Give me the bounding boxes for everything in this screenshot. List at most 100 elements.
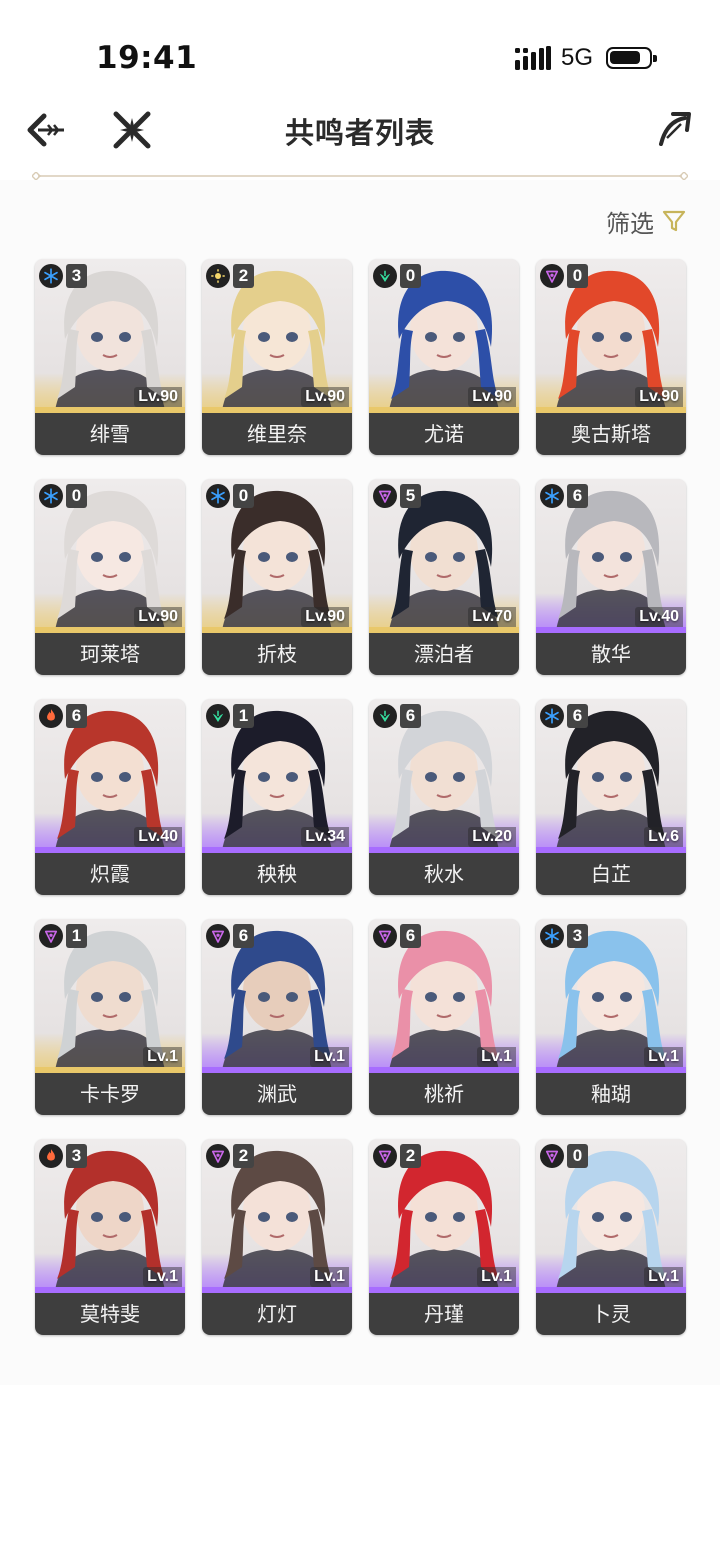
card-badges: 5 xyxy=(373,484,421,508)
character-level: Lv.90 xyxy=(301,607,349,627)
character-name: 散华 xyxy=(536,633,686,675)
character-level: Lv.90 xyxy=(134,607,182,627)
card-badges: 0 xyxy=(540,1144,588,1168)
character-name: 卜灵 xyxy=(536,1293,686,1335)
character-level: Lv.1 xyxy=(310,1047,349,1067)
havoc-element-icon xyxy=(206,1144,230,1168)
character-list-panel: 筛选 3 Lv.90 绯雪 2 Lv.90 维里奈 0 Lv.90 尤诺 0 L… xyxy=(0,180,720,1385)
header-divider xyxy=(32,172,688,180)
havoc-element-icon xyxy=(206,924,230,948)
character-card[interactable]: 6 Lv.6 白芷 xyxy=(536,699,686,895)
constellation-count: 2 xyxy=(400,1144,421,1168)
character-level: Lv.70 xyxy=(468,607,516,627)
aero-element-icon xyxy=(206,704,230,728)
character-name: 渊武 xyxy=(202,1073,352,1115)
character-name: 珂莱塔 xyxy=(35,633,185,675)
fusion-element-icon xyxy=(39,1144,63,1168)
constellation-count: 3 xyxy=(66,264,87,288)
character-card[interactable]: 3 Lv.90 绯雪 xyxy=(35,259,185,455)
card-badges: 6 xyxy=(206,924,254,948)
glacio-element-icon xyxy=(540,704,564,728)
fusion-element-icon xyxy=(39,704,63,728)
card-badges: 6 xyxy=(540,484,588,508)
constellation-count: 0 xyxy=(233,484,254,508)
constellation-count: 6 xyxy=(233,924,254,948)
filter-button[interactable]: 筛选 xyxy=(606,206,686,238)
constellation-count: 2 xyxy=(233,264,254,288)
character-level: Lv.1 xyxy=(477,1047,516,1067)
character-card[interactable]: 3 Lv.1 莫特斐 xyxy=(35,1139,185,1335)
constellation-count: 0 xyxy=(66,484,87,508)
card-badges: 3 xyxy=(39,264,87,288)
aero-element-icon xyxy=(373,264,397,288)
constellation-count: 2 xyxy=(233,1144,254,1168)
character-name: 丹瑾 xyxy=(369,1293,519,1335)
character-card[interactable]: 6 Lv.1 渊武 xyxy=(202,919,352,1115)
character-card[interactable]: 6 Lv.1 桃祈 xyxy=(369,919,519,1115)
character-level: Lv.90 xyxy=(134,387,182,407)
character-card[interactable]: 2 Lv.90 维里奈 xyxy=(202,259,352,455)
character-card[interactable]: 6 Lv.40 散华 xyxy=(536,479,686,675)
character-card[interactable]: 6 Lv.20 秋水 xyxy=(369,699,519,895)
character-name: 炽霞 xyxy=(35,853,185,895)
card-badges: 2 xyxy=(206,1144,254,1168)
constellation-count: 0 xyxy=(400,264,421,288)
character-name: 维里奈 xyxy=(202,413,352,455)
character-level: Lv.6 xyxy=(644,827,683,847)
glacio-element-icon xyxy=(540,484,564,508)
character-card[interactable]: 0 Lv.90 尤诺 xyxy=(369,259,519,455)
character-level: Lv.20 xyxy=(468,827,516,847)
character-card[interactable]: 3 Lv.1 釉瑚 xyxy=(536,919,686,1115)
signal-icon xyxy=(515,46,551,70)
card-badges: 6 xyxy=(39,704,87,728)
havoc-element-icon xyxy=(373,1144,397,1168)
constellation-count: 6 xyxy=(400,924,421,948)
character-card[interactable]: 2 Lv.1 丹瑾 xyxy=(369,1139,519,1335)
character-name: 灯灯 xyxy=(202,1293,352,1335)
card-badges: 1 xyxy=(39,924,87,948)
constellation-count: 6 xyxy=(567,704,588,728)
network-label: 5G xyxy=(561,44,594,71)
character-level: Lv.34 xyxy=(301,827,349,847)
card-badges: 3 xyxy=(540,924,588,948)
character-card[interactable]: 0 Lv.1 卜灵 xyxy=(536,1139,686,1335)
havoc-element-icon xyxy=(373,924,397,948)
character-card[interactable]: 1 Lv.1 卡卡罗 xyxy=(35,919,185,1115)
glacio-element-icon xyxy=(39,264,63,288)
constellation-count: 5 xyxy=(400,484,421,508)
header: 共鸣者列表 xyxy=(0,100,720,180)
card-badges: 6 xyxy=(540,704,588,728)
character-card[interactable]: 1 Lv.34 秧秧 xyxy=(202,699,352,895)
havoc-element-icon xyxy=(540,1144,564,1168)
character-card[interactable]: 0 Lv.90 奥古斯塔 xyxy=(536,259,686,455)
character-name: 奥古斯塔 xyxy=(536,413,686,455)
character-card[interactable]: 5 Lv.70 漂泊者 xyxy=(369,479,519,675)
glacio-element-icon xyxy=(39,484,63,508)
character-name: 白芷 xyxy=(536,853,686,895)
card-badges: 3 xyxy=(39,1144,87,1168)
character-card[interactable]: 0 Lv.90 珂莱塔 xyxy=(35,479,185,675)
filter-label: 筛选 xyxy=(606,209,654,238)
card-badges: 2 xyxy=(373,1144,421,1168)
card-badges: 0 xyxy=(540,264,588,288)
constellation-count: 1 xyxy=(66,924,87,948)
status-time: 19:41 xyxy=(96,40,198,76)
character-card[interactable]: 0 Lv.90 折枝 xyxy=(202,479,352,675)
glacio-element-icon xyxy=(540,924,564,948)
card-badges: 0 xyxy=(373,264,421,288)
constellation-count: 6 xyxy=(400,704,421,728)
battery-icon xyxy=(606,47,657,69)
character-level: Lv.90 xyxy=(301,387,349,407)
character-card[interactable]: 6 Lv.40 炽霞 xyxy=(35,699,185,895)
character-name: 漂泊者 xyxy=(369,633,519,675)
character-name: 釉瑚 xyxy=(536,1073,686,1115)
share-arrow-icon[interactable] xyxy=(655,108,695,148)
character-level: Lv.90 xyxy=(635,387,683,407)
havoc-element-icon xyxy=(373,484,397,508)
card-badges: 6 xyxy=(373,924,421,948)
character-card[interactable]: 2 Lv.1 灯灯 xyxy=(202,1139,352,1335)
character-name: 桃祈 xyxy=(369,1073,519,1115)
character-level: Lv.40 xyxy=(134,827,182,847)
page-title: 共鸣者列表 xyxy=(284,116,435,150)
card-badges: 0 xyxy=(39,484,87,508)
